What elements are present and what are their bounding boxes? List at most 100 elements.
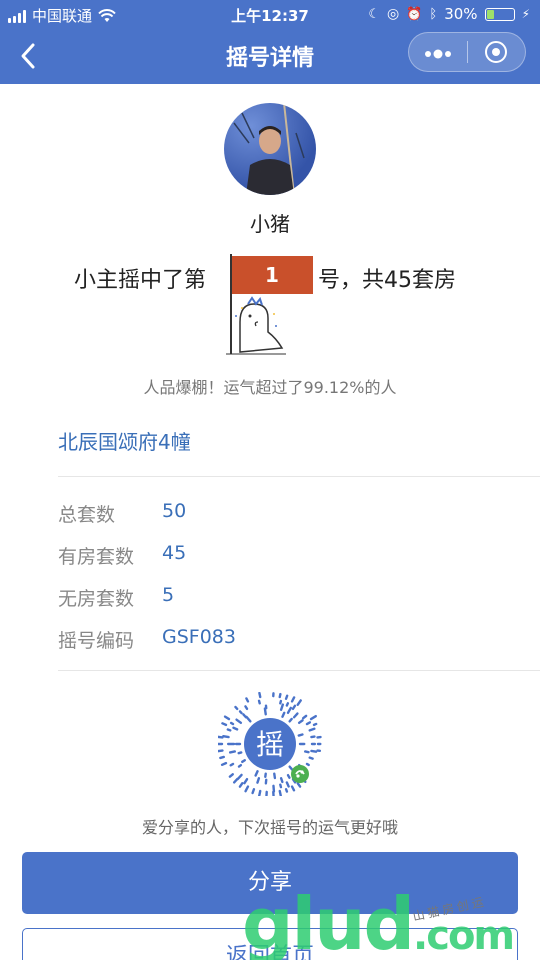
luck-text: 人品爆棚！运气超过了99.12%的人 xyxy=(143,378,397,397)
qr-dash xyxy=(312,722,318,727)
divider xyxy=(58,670,540,671)
info-value: 45 xyxy=(162,542,187,564)
qr-dash xyxy=(245,715,252,723)
qr-dash xyxy=(278,692,282,699)
target-icon xyxy=(485,41,508,63)
info-label: 无房套数 xyxy=(58,588,135,610)
info-value: GSF083 xyxy=(162,626,236,648)
qr-dash xyxy=(228,750,236,754)
qr-dash xyxy=(284,788,289,793)
mini-program-capsule xyxy=(408,32,526,72)
qr-dash xyxy=(297,733,304,737)
qr-dash xyxy=(229,762,235,767)
qr-dash xyxy=(278,789,282,796)
info-value: 50 xyxy=(162,500,187,522)
status-right: ☾ ◎ ⏰ ᛒ 30% ⚡ xyxy=(368,5,530,23)
qr-dash xyxy=(237,751,243,755)
qr-center-char: 摇 xyxy=(256,728,284,761)
qr-dash xyxy=(285,702,290,707)
qr-dash xyxy=(308,756,314,760)
qr-dash xyxy=(235,718,243,725)
alarm-icon: ⏰ xyxy=(406,6,423,22)
qr-dash xyxy=(263,707,267,716)
qr-dash xyxy=(286,773,291,779)
share-tip: 爱分享的人，下次摇号的运气更好哦 xyxy=(141,818,398,837)
qr-dash xyxy=(305,721,312,726)
qr-dash xyxy=(251,788,256,795)
qr-dash xyxy=(232,726,239,731)
qr-dash xyxy=(273,772,277,780)
info-label: 摇号编码 xyxy=(58,630,135,652)
info-label: 有房套数 xyxy=(58,546,135,568)
avatar-photo xyxy=(233,103,305,195)
qr-dash xyxy=(290,785,296,792)
nav-bar: 摇号详情 xyxy=(0,28,540,84)
status-bar: 中国联通 上午12:37 ☾ ◎ ⏰ ᛒ 30% ⚡ xyxy=(0,0,540,28)
qr-dash xyxy=(218,749,224,753)
qr-dash xyxy=(290,696,296,703)
qr-dash xyxy=(279,783,283,789)
divider xyxy=(58,476,540,477)
qr-dash xyxy=(221,722,228,727)
miniprogram-code[interactable]: 摇 xyxy=(218,692,322,796)
lottery-number: 1 xyxy=(265,263,279,287)
qr-dash xyxy=(258,692,262,699)
qr-dash xyxy=(232,777,239,784)
qr-dash xyxy=(234,705,239,711)
qr-dash xyxy=(309,714,317,721)
qr-dash xyxy=(308,727,316,732)
qr-dash xyxy=(238,782,244,788)
bluetooth-icon: ᛒ xyxy=(429,6,438,22)
qr-dash xyxy=(288,717,293,723)
qr-dash xyxy=(245,697,250,703)
qr-dash xyxy=(297,719,304,725)
battery-icon xyxy=(484,7,515,21)
qr-dash xyxy=(223,715,231,721)
qr-dash xyxy=(279,777,284,784)
result-suffix: 号，共45套房 xyxy=(318,268,456,293)
qr-dash xyxy=(229,721,235,726)
qr-dash xyxy=(281,711,286,718)
qr-dash xyxy=(284,694,289,700)
moon-icon: ☾ xyxy=(368,6,380,22)
qr-dash xyxy=(244,785,250,793)
qr-dash xyxy=(301,714,308,720)
lock-rotation-icon: ◎ xyxy=(387,6,400,22)
qr-dash xyxy=(226,728,232,732)
qr-dash xyxy=(279,703,285,711)
qr-dash xyxy=(291,704,297,711)
qr-dash xyxy=(286,706,293,715)
project-name-link[interactable]: 北辰国颂府4幢 xyxy=(58,426,191,455)
qr-dash xyxy=(238,710,243,715)
battery-percent: 30% xyxy=(444,5,478,23)
qr-dash xyxy=(304,750,310,754)
qr-dash xyxy=(254,770,259,777)
qr-dash xyxy=(285,781,290,788)
qr-dash xyxy=(222,735,230,739)
avatar xyxy=(224,103,316,195)
qr-dash xyxy=(237,763,243,768)
charging-icon: ⚡ xyxy=(521,7,530,21)
qr-dash xyxy=(241,759,246,764)
qr-dash xyxy=(257,699,261,705)
qr-dash xyxy=(292,712,299,719)
qr-dash xyxy=(244,705,249,711)
qr-dash xyxy=(288,765,294,771)
qr-dash xyxy=(218,735,224,739)
qr-dash xyxy=(219,755,225,760)
qr-dash xyxy=(310,735,316,739)
result-prefix: 小主摇中了第 xyxy=(74,268,207,293)
more-dots-icon xyxy=(424,49,451,59)
qr-dash xyxy=(220,761,228,767)
qr-dash xyxy=(256,777,261,784)
qr-dash xyxy=(305,762,310,767)
qr-dash xyxy=(279,699,283,705)
qr-dash xyxy=(243,777,249,785)
qr-dash xyxy=(236,773,243,781)
close-miniprogram-button[interactable] xyxy=(468,41,526,63)
qr-dash xyxy=(257,789,262,796)
nickname: 小猪 xyxy=(250,212,290,236)
qr-dash xyxy=(296,782,302,788)
more-button[interactable] xyxy=(409,40,467,64)
qr-dash xyxy=(296,699,302,706)
